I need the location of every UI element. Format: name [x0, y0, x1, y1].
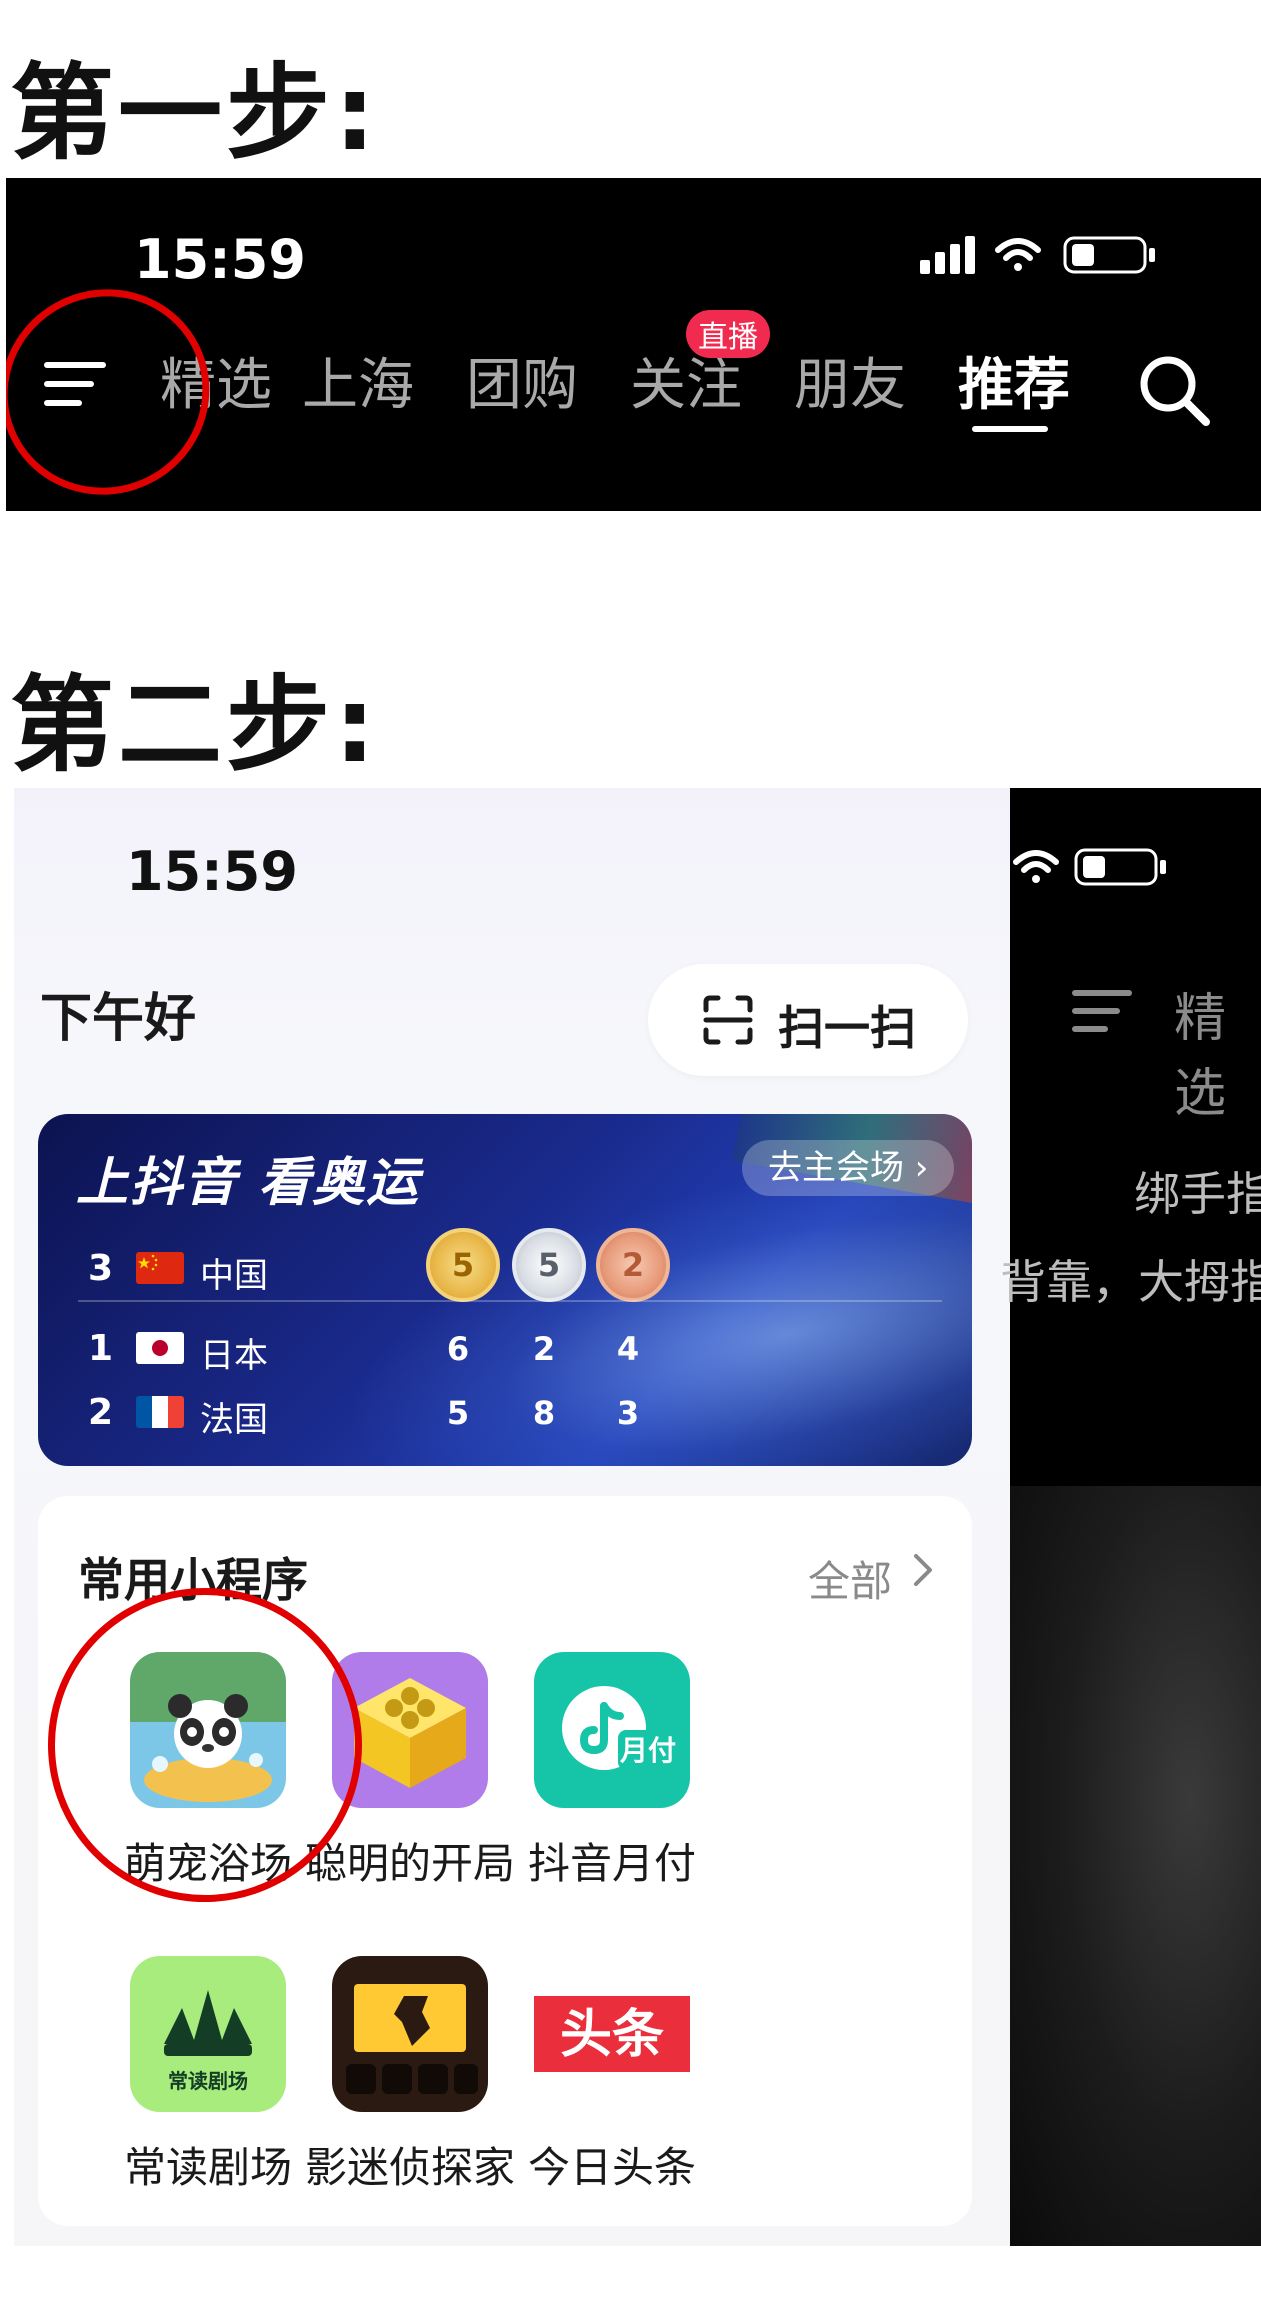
mini-app-toutiao[interactable]: 头条 今日头条	[462, 1956, 732, 2206]
medal-row-france: 2 法国 5 8 3	[38, 1386, 972, 1446]
rank: 1	[88, 1328, 114, 1369]
gold-medal-count: 5	[426, 1228, 500, 1302]
feed-caption-line2: 背靠，大拇指	[1000, 1255, 1261, 1309]
search-icon[interactable]	[1134, 350, 1214, 430]
tab-pengyou[interactable]: 朋友	[794, 340, 906, 421]
medal-row-japan: 1 日本 6 2 4	[38, 1322, 972, 1382]
step2-title: 第二步:	[10, 664, 380, 786]
wifi-icon	[995, 238, 1041, 271]
bronze-count: 4	[616, 1330, 640, 1368]
tab-tuijian[interactable]: 推荐	[958, 340, 1070, 421]
main-venue-link[interactable]: 去主会场 ›	[742, 1140, 955, 1196]
rank: 2	[88, 1392, 114, 1433]
bronze-count: 3	[616, 1394, 640, 1432]
silver-count: 2	[532, 1330, 556, 1368]
battery-icon	[1074, 848, 1166, 886]
mini-programs-panel: 常用小程序 全部 萌宠浴场 聪明的开局 月付 抖音月付 常读剧场 常读剧场 影迷…	[14, 1496, 972, 2226]
tab-shanghai[interactable]: 上海	[302, 340, 414, 421]
country-name: 日本	[200, 1336, 268, 1376]
active-tab-underline	[972, 426, 1048, 432]
status-bar-icons	[920, 236, 1155, 274]
status-time: 15:59	[134, 228, 306, 291]
all-mini-programs-link[interactable]: 全部	[808, 1548, 892, 1609]
feed-tab-partial: 精选	[1174, 989, 1227, 1124]
douyin-monthly-pay-icon: 月付	[534, 1652, 690, 1808]
greeting: 下午好	[40, 989, 197, 1049]
status-bar-icons	[1013, 848, 1166, 886]
live-badge: 直播	[686, 310, 770, 358]
scan-button[interactable]: 扫一扫	[648, 964, 968, 1076]
silver-count: 8	[532, 1394, 556, 1432]
icon-text: 头条	[560, 2005, 664, 2065]
feed-caption-line1: 绑手指	[1134, 1167, 1261, 1221]
wifi-icon	[1013, 850, 1059, 883]
silver-medal-count: 5	[512, 1228, 586, 1302]
step2-screenshot: 15:59 下午好 扫一扫 上抖音 看奥运 去主会场 › 3 中国 5 5 2 …	[14, 788, 1261, 2246]
gold-count: 5	[446, 1394, 470, 1432]
gold-count: 6	[446, 1330, 470, 1368]
japan-flag-icon	[136, 1332, 184, 1364]
icon-text: 常读剧场	[168, 2069, 248, 2093]
app-name: 抖音月付	[527, 1839, 696, 1888]
mini-app-yuefu[interactable]: 月付 抖音月付	[462, 1652, 732, 1902]
battery-icon	[1063, 236, 1155, 274]
underlying-feed: 精选 绑手指 背靠，大拇指	[1000, 788, 1261, 2246]
toutiao-icon: 头条	[534, 1956, 690, 2112]
country-name: 中国	[200, 1256, 268, 1296]
chevron-right-icon[interactable]	[910, 1550, 938, 1590]
rank: 3	[88, 1248, 114, 1289]
country-name: 法国	[200, 1400, 268, 1440]
scan-icon	[703, 995, 753, 1045]
feed-video	[1010, 1486, 1261, 2246]
scan-label: 扫一扫	[778, 1001, 916, 1055]
tab-tuangou[interactable]: 团购	[466, 340, 578, 421]
olympics-title: 上抖音 看奥运	[76, 1153, 421, 1213]
bronze-medal-count: 2	[596, 1228, 670, 1302]
china-flag-icon	[136, 1252, 184, 1284]
step1-screenshot: 15:59 精选 上海 团购 关注 直播 朋友 推荐	[6, 178, 1261, 511]
france-flag-icon	[136, 1396, 184, 1428]
signal-icon	[920, 236, 975, 274]
menu-icon	[1072, 990, 1132, 1032]
side-drawer: 15:59 下午好 扫一扫 上抖音 看奥运 去主会场 › 3 中国 5 5 2 …	[14, 788, 1010, 2246]
medal-row-china: 3 中国	[38, 1242, 972, 1302]
icon-text: 月付	[619, 1734, 676, 1767]
status-time: 15:59	[126, 840, 298, 903]
step1-title: 第一步:	[10, 52, 380, 174]
app-name: 今日头条	[527, 2143, 696, 2192]
divider	[78, 1300, 942, 1302]
olympics-medal-card[interactable]: 上抖音 看奥运 去主会场 › 3 中国 5 5 2 1 日本 6 2 4 2 法…	[38, 1114, 972, 1466]
